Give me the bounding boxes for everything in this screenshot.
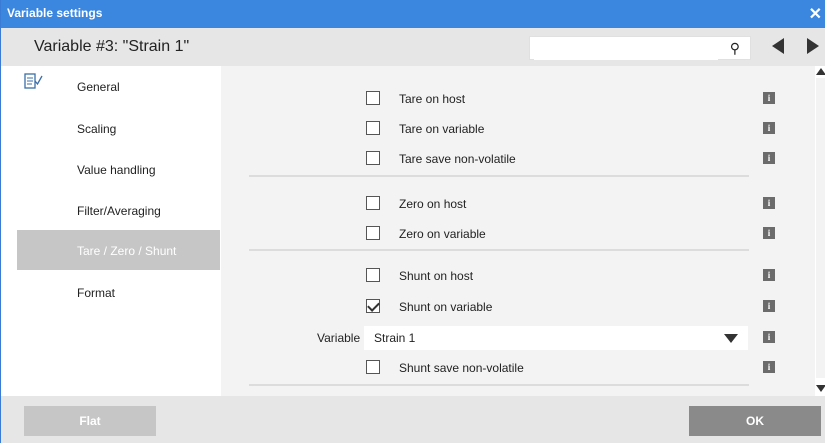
shunt-save-checkbox[interactable] — [366, 360, 380, 374]
sidebar-item-label: General — [77, 80, 120, 94]
shunt-save-label: Shunt save non-volatile — [399, 361, 524, 375]
sidebar-item-scaling[interactable]: Scaling — [17, 108, 220, 148]
variable-header: Variable #3: "Strain 1" ⚲ — [1, 28, 825, 66]
sidebar-item-general[interactable]: General — [17, 66, 220, 106]
zero-on-host-label: Zero on host — [399, 197, 467, 211]
zero-on-variable-checkbox[interactable] — [366, 226, 380, 240]
window-title: Variable settings — [7, 6, 103, 20]
shunt-on-variable-checkbox[interactable] — [366, 299, 380, 313]
section-divider — [249, 175, 749, 177]
zero-on-variable-label: Zero on variable — [399, 227, 486, 241]
info-icon[interactable]: i — [763, 197, 775, 209]
variable-select-value: Strain 1 — [374, 331, 416, 345]
section-divider — [249, 384, 749, 386]
tare-on-variable-label: Tare on variable — [399, 122, 485, 136]
vertical-scrollbar[interactable] — [815, 66, 825, 396]
title-bar: Variable settings ✕ — [1, 0, 825, 28]
sidebar-item-label: Scaling — [77, 122, 117, 136]
variable-select-row: Variable Strain 1 i — [221, 326, 815, 350]
variable-select[interactable]: Strain 1 — [364, 326, 748, 350]
section-divider — [249, 249, 749, 251]
footer-bar: Flat OK — [1, 396, 825, 443]
info-icon[interactable]: i — [763, 269, 775, 281]
scroll-up-icon[interactable] — [816, 68, 825, 75]
tare-save-checkbox[interactable] — [366, 151, 380, 165]
tare-on-host-label: Tare on host — [399, 92, 466, 106]
document-check-icon — [24, 73, 43, 89]
info-icon[interactable]: i — [763, 300, 775, 312]
shunt-on-variable-row: Shunt on variable i — [221, 295, 815, 319]
zero-on-host-checkbox[interactable] — [366, 196, 380, 210]
flat-button[interactable]: Flat — [24, 406, 156, 436]
tare-on-variable-checkbox[interactable] — [366, 121, 380, 135]
tare-save-label: Tare save non-volatile — [399, 152, 516, 166]
info-icon[interactable]: i — [763, 152, 775, 164]
info-icon[interactable]: i — [763, 331, 775, 343]
sidebar-item-label: Value handling — [77, 163, 156, 177]
scroll-down-icon[interactable] — [816, 385, 825, 392]
info-icon[interactable]: i — [763, 227, 775, 239]
sidebar-item-value-handling[interactable]: Value handling — [17, 149, 220, 189]
variable-title: Variable #3: "Strain 1" — [34, 38, 190, 55]
shunt-on-variable-label: Shunt on variable — [399, 300, 493, 314]
sidebar-item-tare-zero-shunt[interactable]: Tare / Zero / Shunt — [17, 230, 220, 270]
sidebar-item-label: Filter/Averaging — [77, 204, 161, 218]
shunt-on-host-checkbox[interactable] — [366, 268, 380, 282]
variable-settings-window: Variable settings ✕ Variable #3: "Strain… — [0, 0, 825, 443]
scroll-thumb[interactable] — [816, 78, 825, 378]
tare-on-host-row: Tare on host i — [221, 87, 815, 111]
tare-on-host-checkbox[interactable] — [366, 91, 380, 105]
ok-button[interactable]: OK — [689, 406, 821, 436]
shunt-save-row: Shunt save non-volatile i — [221, 356, 815, 380]
close-icon[interactable]: ✕ — [809, 4, 822, 24]
variable-select-label: Variable — [317, 331, 361, 345]
next-variable-icon[interactable] — [807, 38, 819, 54]
search-icon[interactable]: ⚲ — [730, 40, 740, 57]
sidebar-item-filter-averaging[interactable]: Filter/Averaging — [17, 190, 220, 230]
search-input[interactable] — [534, 38, 718, 60]
search-box[interactable]: ⚲ — [529, 36, 751, 60]
zero-on-variable-row: Zero on variable i — [221, 222, 815, 246]
previous-variable-icon[interactable] — [772, 38, 784, 54]
sidebar-item-format[interactable]: Format — [17, 272, 220, 312]
info-icon[interactable]: i — [763, 92, 775, 104]
zero-on-host-row: Zero on host i — [221, 192, 815, 216]
sidebar-item-label: Tare / Zero / Shunt — [77, 244, 177, 258]
sidebar-item-label: Format — [77, 286, 116, 300]
tare-save-row: Tare save non-volatile i — [221, 147, 815, 171]
dropdown-arrow-icon[interactable] — [724, 334, 738, 343]
shunt-on-host-label: Shunt on host — [399, 269, 474, 283]
settings-panel: Tare on host i Tare on variable i Tare s… — [221, 66, 815, 396]
info-icon[interactable]: i — [763, 122, 775, 134]
shunt-on-host-row: Shunt on host i — [221, 264, 815, 288]
info-icon[interactable]: i — [763, 361, 775, 373]
sidebar: General Scaling Value handling Filter/Av… — [1, 66, 221, 396]
tare-on-variable-row: Tare on variable i — [221, 117, 815, 141]
